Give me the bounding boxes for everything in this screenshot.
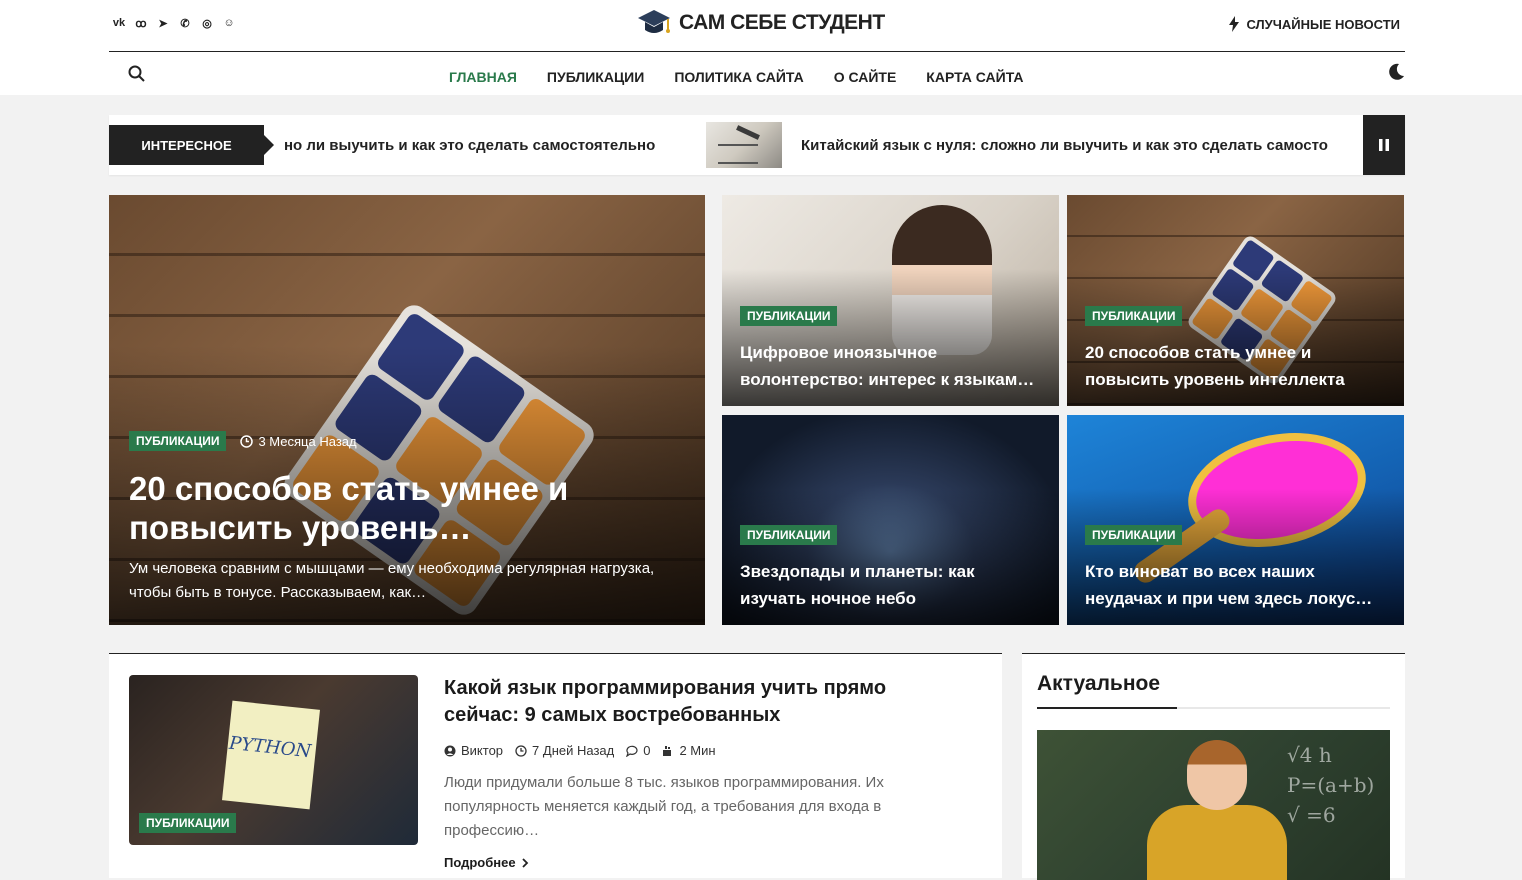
sidebar-panel: Актуальное √4 h P=(a+b) √ =6 <box>1022 653 1405 880</box>
featured-main-excerpt: Ум человека сравним с мышцами — ему необ… <box>129 560 655 601</box>
post-time-label: 3 Месяца Назад <box>258 433 357 449</box>
sidebar-title-underline <box>1037 707 1390 709</box>
user-icon <box>444 745 456 756</box>
main-menu: ГЛАВНАЯ ПУБЛИКАЦИИ ПОЛИТИКА САЙТА О САЙТ… <box>449 69 1024 85</box>
featured-card[interactable]: ПУБЛИКАЦИИ Звездопады и планеты: как изу… <box>722 415 1059 625</box>
nav-item-home[interactable]: ГЛАВНАЯ <box>449 69 517 85</box>
clock-icon <box>515 744 527 757</box>
random-news-link[interactable]: СЛУЧАЙНЫЕ НОВОСТИ <box>1228 16 1400 32</box>
category-badge[interactable]: ПУБЛИКАЦИИ <box>740 525 838 545</box>
random-news-label: СЛУЧАЙНЫЕ НОВОСТИ <box>1246 16 1400 32</box>
ticker-item[interactable]: Китайский язык с нуля: сложно ли выучить… <box>801 137 1328 154</box>
featured-card-title[interactable]: Звездопады и планеты: как изучать ночное… <box>740 558 1045 612</box>
viber-icon[interactable]: ✆ <box>177 17 193 30</box>
post-title[interactable]: Какой язык программирования учить прямо … <box>444 675 964 729</box>
post-thumbnail[interactable]: PYTHON ПУБЛИКАЦИИ <box>129 675 418 845</box>
category-badge[interactable]: ПУБЛИКАЦИИ <box>1085 525 1183 545</box>
post-time: 3 Месяца Назад <box>240 433 357 449</box>
nav-item-about[interactable]: О САЙТЕ <box>834 69 897 85</box>
search-icon[interactable] <box>128 65 145 82</box>
site-logo[interactable]: САМ СЕБЕ СТУДЕНТ <box>637 8 885 38</box>
pause-icon <box>1379 139 1389 151</box>
social-links: vk ꝏ ➤ ✆ ◎ ☺ <box>111 17 237 30</box>
ticker-track: но ли выучить и как это сделать самостоя… <box>284 115 1363 175</box>
ticker-label: ИНТЕРЕСНОЕ <box>109 125 274 165</box>
news-ticker: ИНТЕРЕСНОЕ но ли выучить и как это сдела… <box>109 115 1405 175</box>
post-read-time: 2 Мин <box>662 743 716 758</box>
featured-card-title[interactable]: 20 способов стать умнее и повысить урове… <box>1085 339 1390 393</box>
ticker-item[interactable]: но ли выучить и как это сделать самостоя… <box>284 137 655 154</box>
logo-text: САМ СЕБЕ СТУДЕНТ <box>679 11 885 34</box>
featured-card-title[interactable]: Кто виноват во всех наших неудачах и при… <box>1085 558 1390 612</box>
ticker-thumbnail[interactable] <box>706 122 782 168</box>
chevron-right-icon <box>521 857 528 868</box>
post-author-name: Виктор <box>461 743 504 758</box>
chalkboard-formulas-image: √4 h P=(a+b) √ =6 <box>1287 743 1375 827</box>
post-author[interactable]: Виктор <box>444 743 503 758</box>
featured-main-card[interactable]: ПУБЛИКАЦИИ 3 Месяца Назад 20 способов ст… <box>109 195 705 625</box>
post-comments-count: 0 <box>643 743 651 758</box>
category-badge[interactable]: ПУБЛИКАЦИИ <box>129 431 227 451</box>
yandex-zen-icon[interactable]: ☺ <box>221 17 237 30</box>
read-more-link[interactable]: Подробнее <box>444 855 529 870</box>
sidebar-title: Актуальное <box>1037 672 1161 695</box>
odnoklassniki-icon[interactable]: ꝏ <box>133 17 149 30</box>
telegram-icon[interactable]: ➤ <box>155 17 171 30</box>
featured-card[interactable]: ПУБЛИКАЦИИ Кто виноват во всех наших неу… <box>1067 415 1404 625</box>
category-badge[interactable]: ПУБЛИКАЦИИ <box>139 813 237 833</box>
featured-main-title[interactable]: 20 способов стать умнее и повысить урове… <box>129 469 669 547</box>
read-more-label: Подробнее <box>444 855 516 870</box>
featured-card-title[interactable]: Цифровое иноязычное волонтерство: интере… <box>740 339 1045 393</box>
featured-card[interactable]: ПУБЛИКАЦИИ Цифровое иноязычное волонтерс… <box>722 195 1059 406</box>
graduation-cap-icon <box>638 10 670 33</box>
ticker-pause-button[interactable] <box>1363 115 1405 175</box>
coffee-icon <box>663 745 672 756</box>
top-bar: vk ꝏ ➤ ✆ ◎ ☺ САМ СЕБЕ СТУДЕНТ СЛУЧАЙНЫЕ … <box>109 0 1405 52</box>
main-navbar: ГЛАВНАЯ ПУБЛИКАЦИИ ПОЛИТИКА САЙТА О САЙТ… <box>109 53 1405 95</box>
clock-icon <box>240 434 254 448</box>
moon-icon[interactable] <box>1387 63 1405 81</box>
nav-item-policy[interactable]: ПОЛИТИКА САЙТА <box>674 69 803 85</box>
post-date-label: 7 Дней Назад <box>532 743 615 758</box>
sidebar-post-thumbnail[interactable]: √4 h P=(a+b) √ =6 <box>1037 730 1390 880</box>
post-meta: Виктор 7 Дней Назад 0 2 Мин <box>444 743 716 758</box>
post-date: 7 Дней Назад <box>515 743 614 758</box>
whatsapp-icon[interactable]: ◎ <box>199 17 215 30</box>
teacher-image <box>1147 805 1287 880</box>
post-list-panel: PYTHON ПУБЛИКАЦИИ Какой язык программиро… <box>109 653 1002 878</box>
comment-icon <box>626 745 638 757</box>
category-badge[interactable]: ПУБЛИКАЦИИ <box>740 306 838 326</box>
lightning-icon <box>1229 16 1240 32</box>
post-comments[interactable]: 0 <box>626 743 650 758</box>
featured-meta: ПУБЛИКАЦИИ 3 Месяца Назад <box>129 431 357 451</box>
teacher-head-image <box>1187 740 1247 810</box>
post-excerpt: Люди придумали больше 8 тыс. языков прог… <box>444 774 884 839</box>
nav-item-sitemap[interactable]: КАРТА САЙТА <box>926 69 1023 85</box>
nav-item-publications[interactable]: ПУБЛИКАЦИИ <box>547 69 644 85</box>
vk-icon[interactable]: vk <box>111 17 127 30</box>
post-read-time-label: 2 Мин <box>679 743 716 758</box>
category-badge[interactable]: ПУБЛИКАЦИИ <box>1085 306 1183 326</box>
featured-card[interactable]: ПУБЛИКАЦИИ 20 способов стать умнее и пов… <box>1067 195 1404 406</box>
